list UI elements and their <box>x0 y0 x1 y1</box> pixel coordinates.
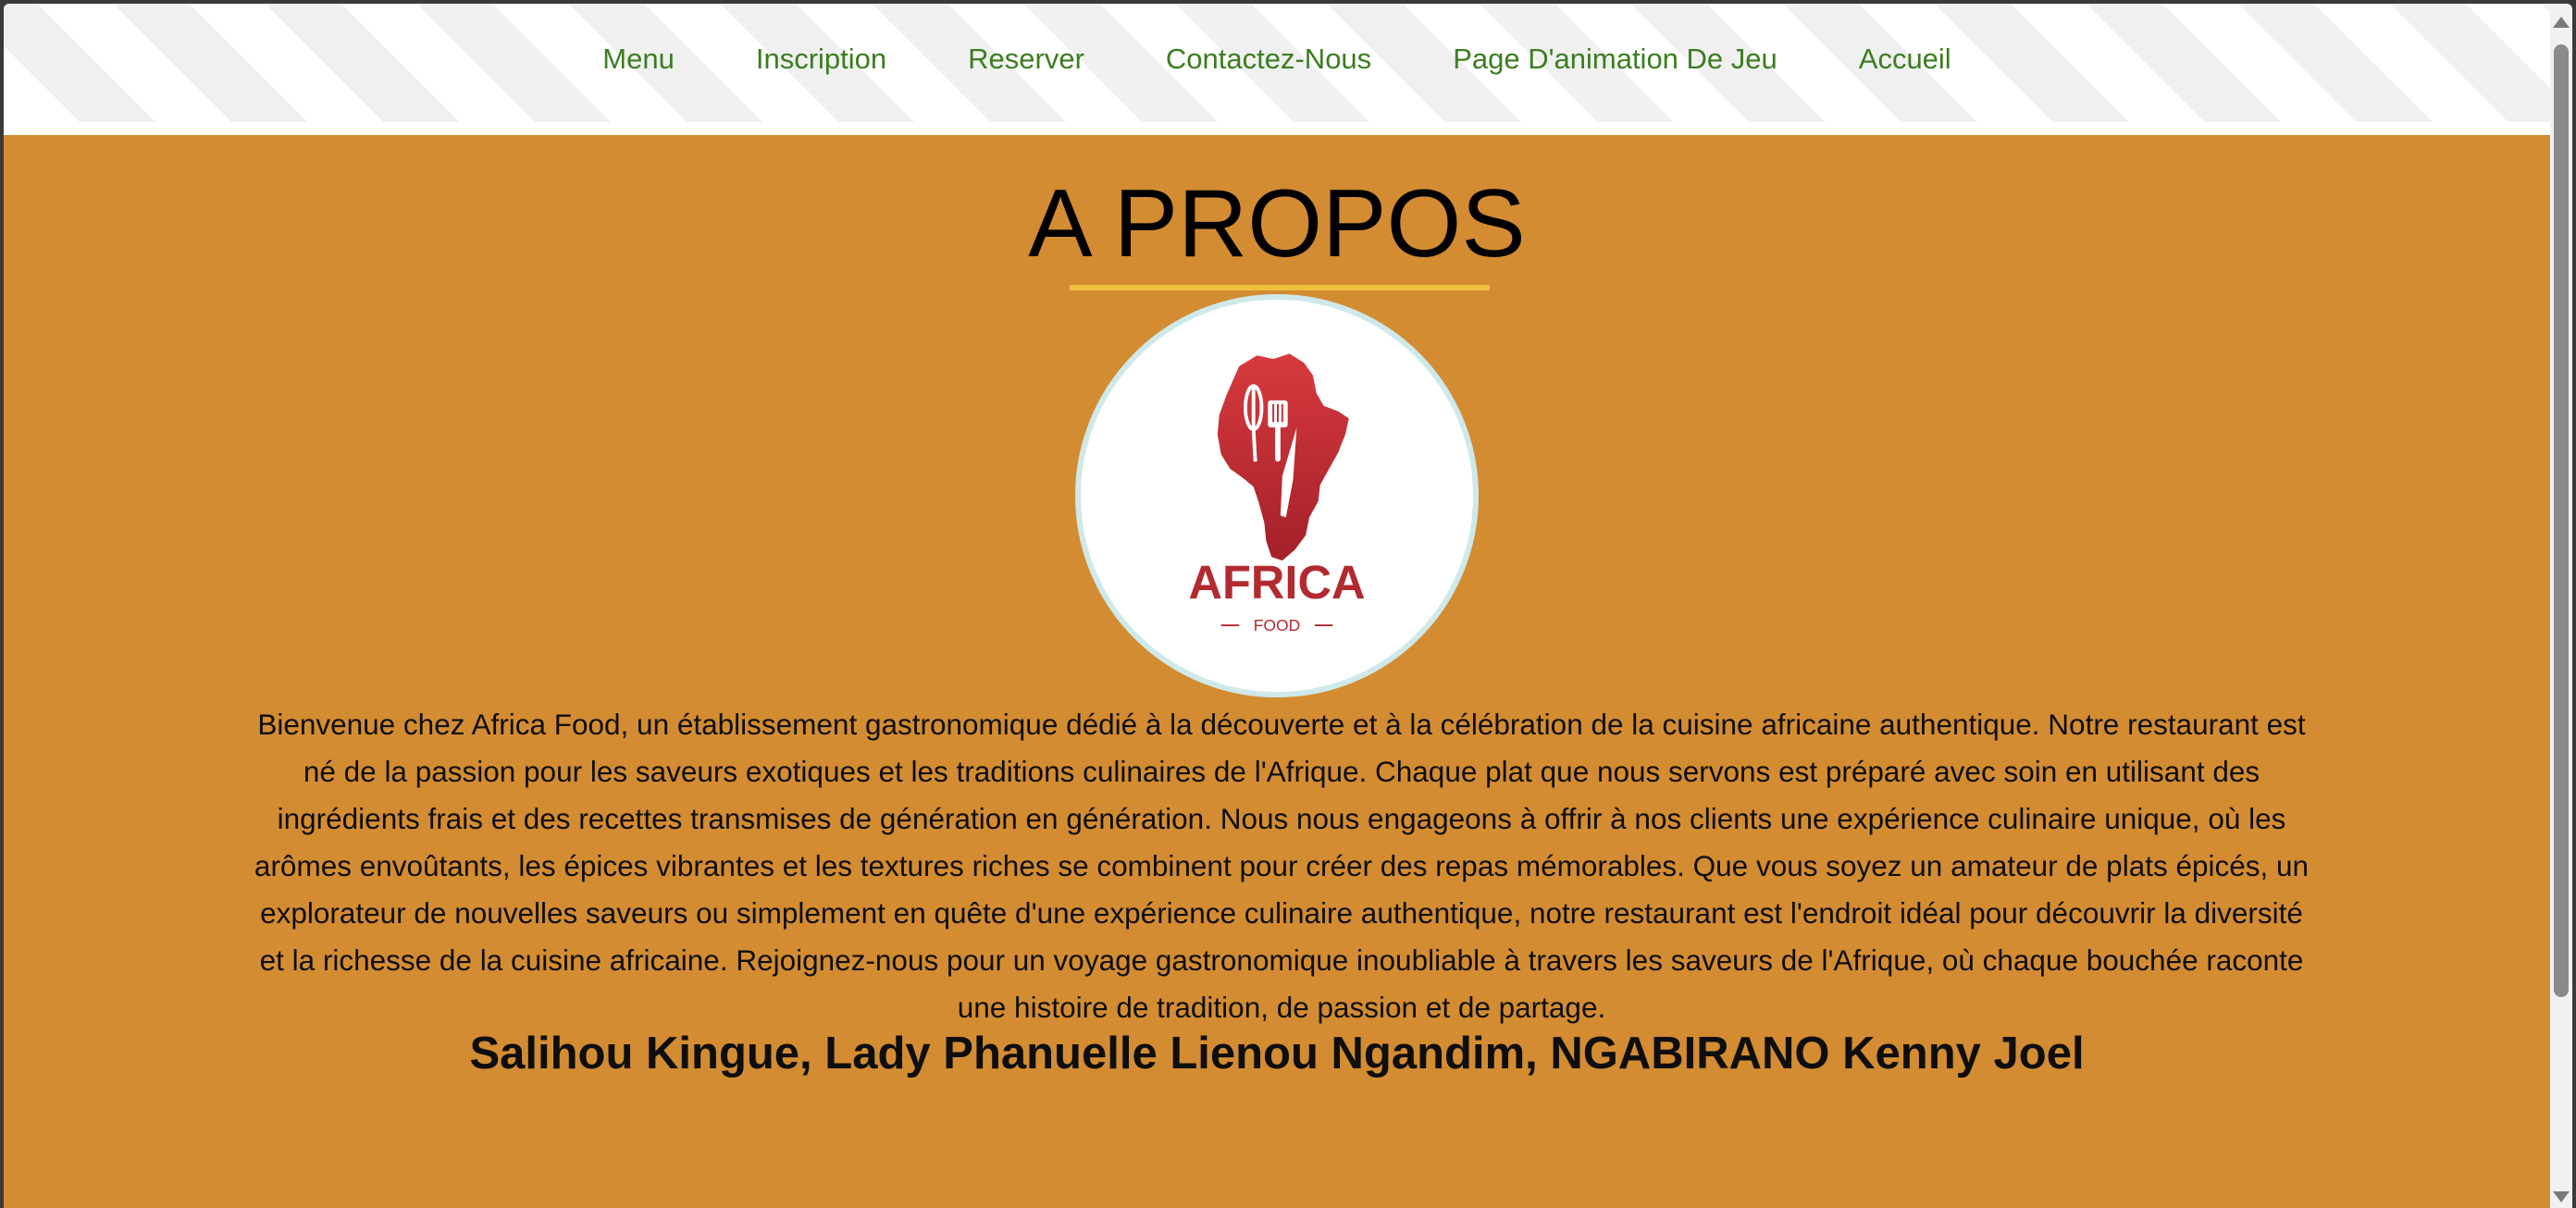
africa-map-utensils-icon: AFRICA FOOD <box>1189 353 1366 635</box>
title-underline <box>1070 285 1490 290</box>
nav-link-inscription[interactable]: Inscription <box>756 43 886 76</box>
authors-heading: Salihou Kingue, Lady Phanuelle Lienou Ng… <box>469 1029 2085 1079</box>
top-navbar: Menu Inscription Reserver Contactez-Nous… <box>4 4 2550 135</box>
nav-link-menu[interactable]: Menu <box>602 43 675 76</box>
triangle-down-icon[interactable] <box>2553 1191 2570 1202</box>
nav-link-game[interactable]: Page D'animation De Jeu <box>1453 43 1777 76</box>
logo-brand-text: AFRICA <box>1189 556 1366 609</box>
nav-link-accueil[interactable]: Accueil <box>1859 43 1951 76</box>
page-title: A PROPOS <box>1028 170 1526 277</box>
triangle-up-icon[interactable] <box>2553 17 2570 28</box>
nav-links: Menu Inscription Reserver Contactez-Nous… <box>4 4 2550 115</box>
scrollbar-thumb[interactable] <box>2554 44 2569 997</box>
nav-link-reserver[interactable]: Reserver <box>968 43 1084 76</box>
about-paragraph: Bienvenue chez Africa Food, un établisse… <box>254 708 2310 1024</box>
vertical-scrollbar[interactable] <box>2550 4 2572 1208</box>
nav-link-contact[interactable]: Contactez-Nous <box>1166 43 1371 76</box>
browser-viewport: Menu Inscription Reserver Contactez-Nous… <box>4 4 2572 1208</box>
about-section: A PROPOS AFRICA FOOD Bienvenue chez Afri… <box>4 133 2550 1208</box>
africa-food-logo: AFRICA FOOD <box>1075 294 1479 697</box>
logo-sub-text: FOOD <box>1254 616 1301 635</box>
